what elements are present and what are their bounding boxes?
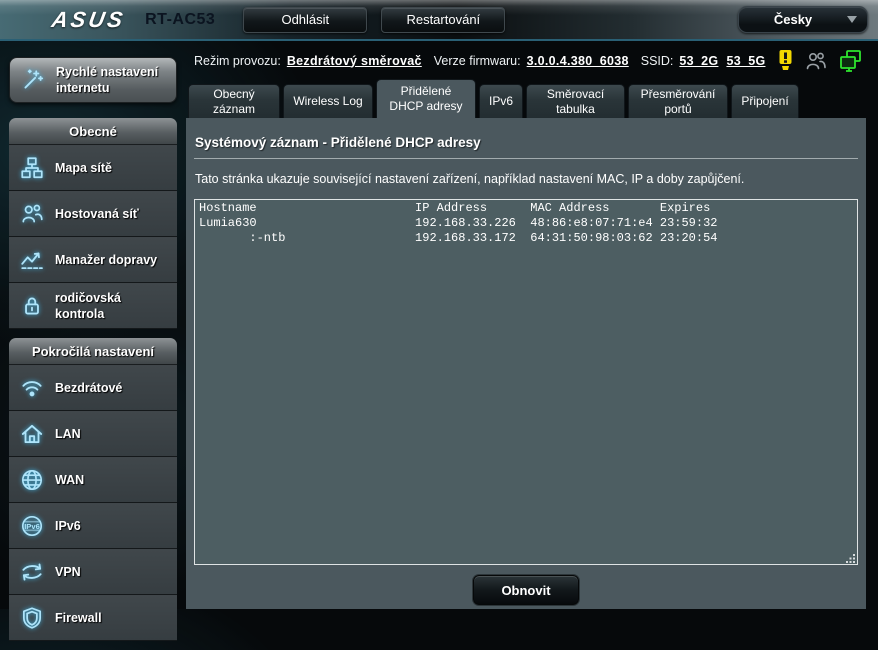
chevron-down-icon (847, 16, 857, 23)
network-map-icon (9, 155, 55, 181)
operation-mode-link[interactable]: Bezdrátový směrovač (287, 54, 422, 68)
wireless-icon (9, 375, 55, 401)
section-header-general: Obecné (9, 118, 177, 145)
sidebar-item-label: Bezdrátové (55, 380, 123, 395)
title-divider (194, 158, 858, 159)
sidebar-item-label: IPv6 (55, 518, 81, 533)
sidebar-item-label: Firewall (55, 610, 102, 625)
sidebar-item-vpn[interactable]: VPN (9, 549, 177, 595)
tab-wireless-log[interactable]: Wireless Log (283, 84, 373, 118)
sidebar-item-label: WAN (55, 472, 85, 487)
reboot-button[interactable]: Restartování (381, 6, 506, 33)
sidebar: Rychlé nastavení internetu Obecné Mapa s… (9, 57, 177, 650)
firmware-version-link[interactable]: 3.0.0.4.380_6038 (527, 54, 629, 68)
content-panel: Systémový záznam - Přidělené DHCP adresy… (186, 118, 866, 609)
button-row: Obnovit (194, 575, 858, 605)
sidebar-item-label: Manažer dopravy (55, 252, 158, 267)
lan-home-icon (9, 421, 55, 447)
tab-port-forwarding[interactable]: Přesměrování portů (628, 84, 728, 118)
clients-icon[interactable] (804, 50, 828, 72)
status-icons (777, 49, 872, 73)
sidebar-item-lan[interactable]: LAN (9, 411, 177, 457)
router-model: RT-AC53 (145, 10, 216, 28)
page-title: Systémový záznam - Přidělené DHCP adresy (195, 135, 481, 150)
main-area: Režim provozu: Bezdrátový směrovač Verze… (186, 43, 878, 609)
sidebar-item-firewall[interactable]: Firewall (9, 595, 177, 641)
sidebar-item-network-map[interactable]: Mapa sítě (9, 145, 177, 191)
sidebar-item-wireless[interactable]: Bezdrátové (9, 365, 177, 411)
ipv6-icon: IPv6 (9, 513, 55, 539)
tab-routing-table[interactable]: Směrovací tabulka (526, 84, 625, 118)
asus-logo: ASUS (49, 6, 128, 32)
dhcp-lease-log[interactable]: Hostname IP Address MAC Address Expires … (194, 199, 858, 565)
language-select[interactable]: Česky (738, 6, 868, 33)
parental-control-icon (9, 293, 55, 319)
dhcp-lease-log-container: Hostname IP Address MAC Address Expires … (194, 199, 858, 565)
sidebar-item-label: VPN (55, 564, 81, 579)
sidebar-section-general: Obecné Mapa sítě Hostovaná síť Manažer d… (9, 118, 177, 329)
resize-grip-icon[interactable] (846, 553, 856, 563)
sidebar-item-label: LAN (55, 426, 81, 441)
language-selected: Česky (773, 12, 813, 27)
page-description: Tato stránka ukazuje související nastave… (195, 172, 745, 186)
traffic-manager-icon (9, 247, 55, 273)
guest-network-icon (9, 201, 55, 227)
status-bar: Režim provozu: Bezdrátový směrovač Verze… (186, 43, 878, 78)
ssid-5g-link[interactable]: 53_5G (726, 54, 765, 68)
sidebar-section-advanced: Pokročilá nastavení Bezdrátové LAN WAN I… (9, 338, 177, 641)
sidebar-item-label: Hostovaná síť (55, 206, 139, 221)
tab-general-log[interactable]: Obecný záznam (188, 84, 280, 118)
sidebar-item-traffic-manager[interactable]: Manažer dopravy (9, 237, 177, 283)
quick-setup-label: Rychlé nastavení internetu (56, 64, 159, 95)
svg-text:IPv6: IPv6 (24, 522, 40, 531)
sidebar-item-label: Mapa sítě (55, 160, 112, 175)
wired-clients-icon[interactable] (838, 49, 864, 73)
logout-button[interactable]: Odhlásit (243, 6, 368, 33)
top-bar: ASUS RT-AC53 Odhlásit Restartování Česky (0, 0, 878, 41)
tab-ipv6[interactable]: IPv6 (479, 84, 523, 118)
sidebar-item-label: rodičovská kontrola (55, 290, 122, 321)
tab-connections[interactable]: Připojení (731, 84, 799, 118)
ssid-2g-link[interactable]: 53_2G (679, 54, 718, 68)
section-header-advanced: Pokročilá nastavení (9, 338, 177, 365)
warning-lamp-icon[interactable] (777, 49, 794, 73)
firmware-label: Verze firmwaru: (433, 53, 521, 68)
wan-globe-icon (9, 467, 55, 493)
sidebar-item-parental-control[interactable]: rodičovská kontrola (9, 283, 177, 329)
vpn-arrows-icon (9, 559, 55, 585)
refresh-button[interactable]: Obnovit (473, 575, 579, 605)
sidebar-item-ipv6[interactable]: IPv6 IPv6 (9, 503, 177, 549)
quick-setup-button[interactable]: Rychlé nastavení internetu (9, 57, 177, 103)
sidebar-item-wan[interactable]: WAN (9, 457, 177, 503)
log-tabs: Obecný záznam Wireless Log Přidělené DHC… (186, 78, 878, 118)
operation-mode-label: Režim provozu: (194, 53, 281, 68)
sidebar-item-guest-network[interactable]: Hostovaná síť (9, 191, 177, 237)
ssid-label: SSID: (640, 53, 674, 68)
tab-dhcp-leases[interactable]: Přidělené DHCP adresy (376, 79, 476, 118)
magic-wand-icon (10, 67, 56, 93)
